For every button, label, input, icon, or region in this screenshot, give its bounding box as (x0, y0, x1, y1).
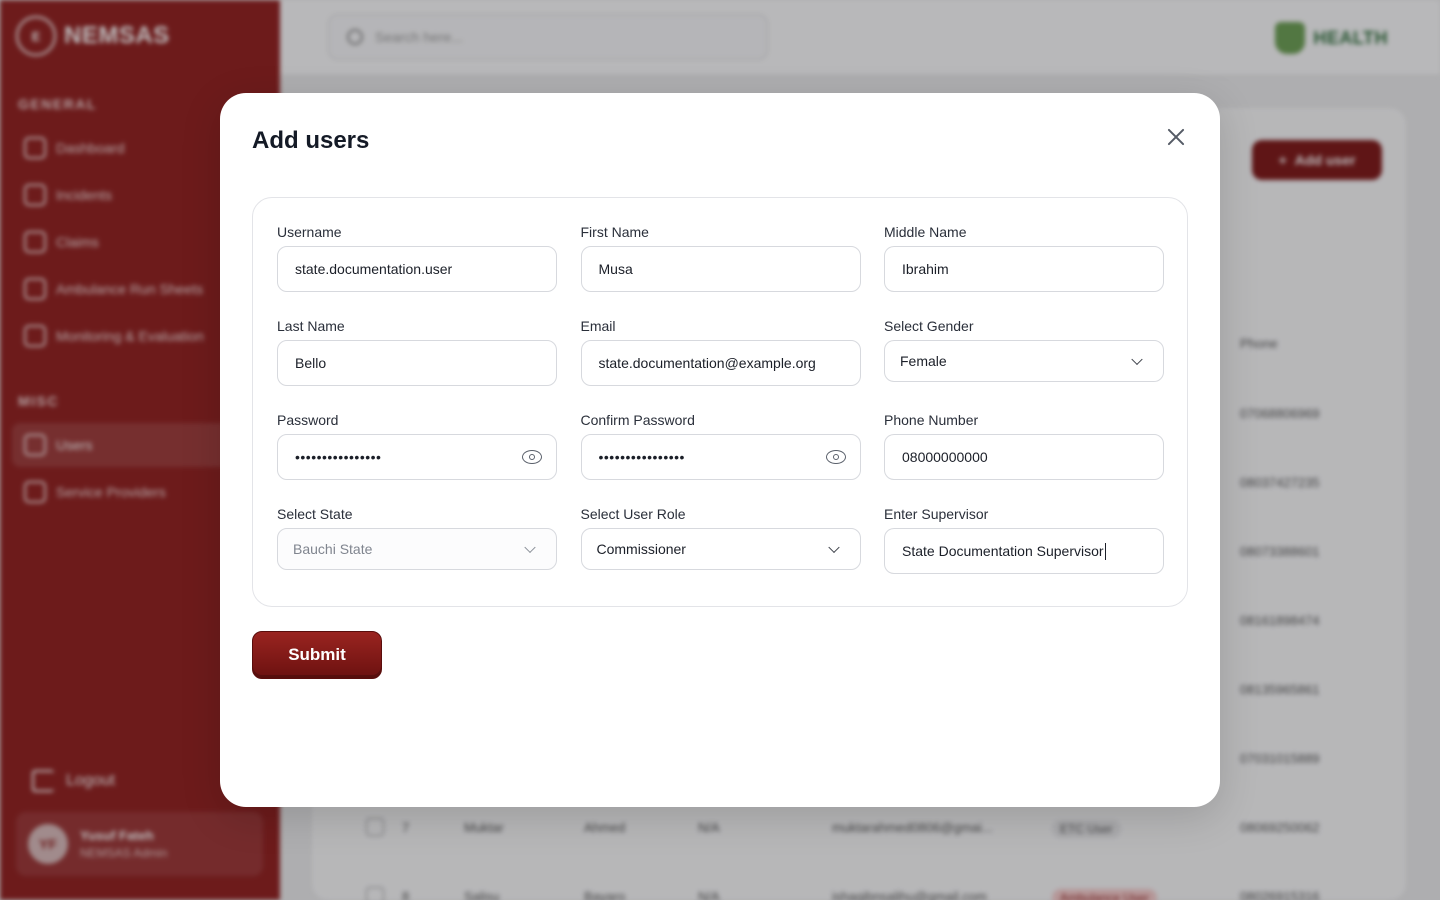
username-label: Username (277, 224, 342, 240)
confirm-password-field[interactable]: •••••••••••••••• (580, 434, 861, 480)
last-name-value: Bello (295, 355, 327, 371)
chevron-down-icon (1131, 353, 1143, 366)
username-group: Username state.documentation.user (277, 224, 557, 292)
user-form: Username state.documentation.user First … (252, 197, 1188, 607)
confirm-password-value: •••••••••••••••• (598, 449, 685, 465)
submit-button[interactable]: Submit (252, 631, 382, 679)
username-field[interactable]: state.documentation.user (277, 246, 557, 292)
gender-select[interactable]: Female (884, 340, 1164, 382)
chevron-down-icon (827, 541, 840, 554)
supervisor-group: Enter Supervisor State Documentation Sup… (884, 506, 1164, 574)
email-field[interactable]: state.documentation@example.org (580, 340, 861, 386)
phone-field[interactable]: 08000000000 (884, 434, 1164, 480)
supervisor-field[interactable]: State Documentation Supervisor (884, 528, 1164, 574)
state-label: Select State (277, 506, 353, 522)
phone-label: Phone Number (884, 412, 979, 428)
text-cursor (1104, 542, 1106, 560)
state-group: Select State Bauchi State (277, 506, 557, 574)
last-name-field[interactable]: Bello (277, 340, 557, 386)
email-label: Email (580, 318, 616, 334)
email-group: Email state.documentation@example.org (580, 318, 861, 386)
modal-title: Add users (252, 127, 370, 154)
confirm-password-label: Confirm Password (580, 412, 695, 428)
middle-name-field[interactable]: Ibrahim (884, 246, 1164, 292)
email-value: state.documentation@example.org (598, 355, 816, 371)
password-value: •••••••••••••••• (295, 449, 382, 465)
username-value: state.documentation.user (295, 261, 453, 277)
phone-group: Phone Number 08000000000 (884, 412, 1164, 480)
middle-name-group: Middle Name Ibrahim (884, 224, 1164, 292)
chevron-down-icon (524, 541, 536, 554)
first-name-value: Musa (598, 261, 633, 277)
add-users-modal: Add users Username state.documentation.u… (220, 93, 1220, 807)
user-role-select[interactable]: Commissioner (580, 528, 861, 570)
close-icon[interactable] (1164, 125, 1188, 149)
password-label: Password (277, 412, 339, 428)
first-name-field[interactable]: Musa (580, 246, 861, 292)
user-role-label: Select User Role (580, 506, 686, 522)
user-role-value: Commissioner (596, 541, 686, 557)
eye-icon[interactable] (825, 450, 846, 464)
last-name-label: Last Name (277, 318, 345, 334)
first-name-label: First Name (580, 224, 649, 240)
middle-name-label: Middle Name (884, 224, 967, 240)
last-name-group: Last Name Bello (277, 318, 557, 386)
phone-value: 08000000000 (902, 449, 988, 465)
gender-value: Female (900, 353, 947, 369)
state-value: Bauchi State (293, 541, 373, 557)
supervisor-value: State Documentation Supervisor (902, 543, 1104, 559)
gender-label: Select Gender (884, 318, 974, 334)
gender-group: Select Gender Female (884, 318, 1164, 386)
middle-name-value: Ibrahim (902, 261, 949, 277)
eye-icon[interactable] (522, 450, 542, 464)
confirm-password-group: Confirm Password •••••••••••••••• (580, 412, 861, 480)
state-select[interactable]: Bauchi State (277, 528, 557, 570)
user-role-group: Select User Role Commissioner (580, 506, 861, 574)
password-group: Password •••••••••••••••• (277, 412, 557, 480)
password-field[interactable]: •••••••••••••••• (277, 434, 557, 480)
supervisor-label: Enter Supervisor (884, 506, 989, 522)
first-name-group: First Name Musa (580, 224, 861, 292)
